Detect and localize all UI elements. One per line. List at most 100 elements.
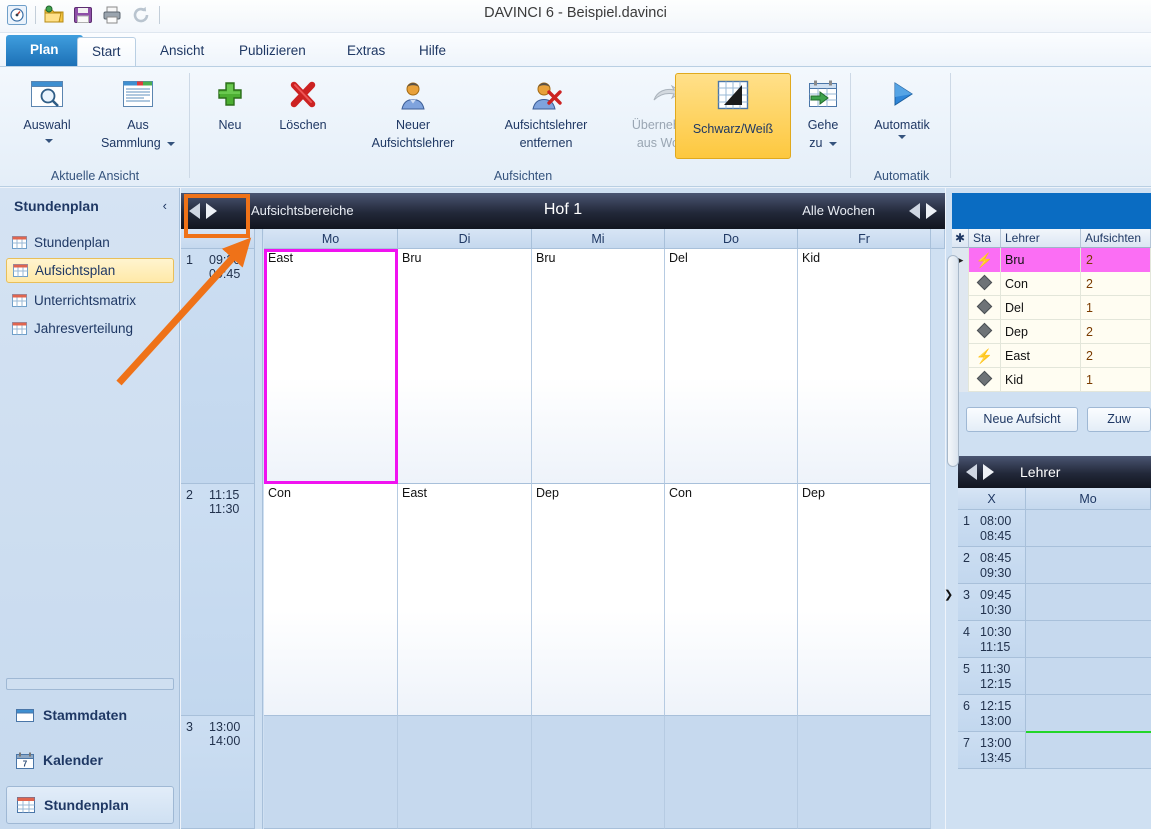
plan-cell-mi-1[interactable]: Bru: [532, 249, 665, 484]
zuweisen-button[interactable]: Zuw: [1087, 407, 1151, 432]
sidebar-main-stundenplan[interactable]: Stundenplan: [6, 786, 174, 824]
collapse-chevron-icon[interactable]: ‹: [163, 198, 167, 213]
lehrer-row-cell-5[interactable]: [1026, 695, 1151, 732]
plan-cell-mi-3[interactable]: [532, 716, 665, 829]
lehrer-row-end-3: 11:15: [980, 640, 1011, 654]
tab-publizieren[interactable]: Publizieren: [225, 37, 320, 67]
lehrer-row-cell-0[interactable]: [1026, 510, 1151, 547]
collection-window-icon: [93, 78, 183, 115]
plan-cell-di-1[interactable]: Bru: [398, 249, 532, 484]
lehrer-row-cell-2[interactable]: [1026, 584, 1151, 621]
lehrer-row-end-4: 12:15: [980, 677, 1012, 691]
chevron-down-icon-2[interactable]: [167, 141, 176, 146]
lehrer-row-num-1: 2: [963, 551, 970, 565]
next-lehrer-icon[interactable]: [983, 464, 994, 480]
aufsichtslehrer-entfernen-button[interactable]: Aufsichtslehrer entfernen: [481, 73, 611, 152]
plan-cell-do-3[interactable]: [665, 716, 798, 829]
teachers-col-aufsichten[interactable]: Aufsichten: [1081, 229, 1151, 248]
plan-cell-mo-3[interactable]: [264, 716, 398, 829]
prev-week-icon[interactable]: [909, 203, 920, 219]
grid-icon-2: [13, 264, 28, 277]
day-column-filler: [931, 229, 945, 249]
calendar-icon: 7: [16, 752, 34, 769]
sidebar-item-aufsichtsplan[interactable]: Aufsichtsplan: [6, 258, 174, 283]
plan-cell-do-2[interactable]: Con: [665, 484, 798, 716]
teachers-table: ✱ Sta Lehrer Aufsichten ▶ ⚡ Bru 2 Con 2 …: [952, 229, 1151, 392]
calendar-goto-icon: [796, 78, 850, 115]
plan-cell-mo-2[interactable]: Con: [264, 484, 398, 716]
chevron-down-icon[interactable]: [44, 138, 53, 143]
lehrer-col-mo[interactable]: Mo: [1026, 488, 1151, 510]
day-column-mi[interactable]: Mi: [532, 229, 665, 249]
chevron-down-icon-4[interactable]: [898, 135, 906, 139]
bolt-icon: ⚡: [975, 348, 994, 364]
schwarz-weiss-button[interactable]: Schwarz/Weiß: [675, 73, 791, 159]
plan-cell-do-1[interactable]: Del: [665, 249, 798, 484]
status-cell-1: [969, 272, 1001, 296]
teachers-col-lehrer[interactable]: Lehrer: [1001, 229, 1081, 248]
automatik-button[interactable]: Automatik: [856, 73, 948, 140]
teacher-count-2: 1: [1081, 296, 1151, 320]
tab-start[interactable]: Start: [77, 37, 136, 67]
sidebar-item-stundenplan[interactable]: Stundenplan: [6, 230, 174, 255]
table-row[interactable]: Kid 1: [952, 368, 1151, 392]
table-row[interactable]: Con 2: [952, 272, 1151, 296]
list-item[interactable]: 6 12:15 13:00: [958, 695, 1151, 732]
list-item[interactable]: 1 08:00 08:45: [958, 510, 1151, 547]
lehrer-row-cell-4[interactable]: [1026, 658, 1151, 695]
lehrer-row-cell-1[interactable]: [1026, 547, 1151, 584]
plan-cell-di-2[interactable]: East: [398, 484, 532, 716]
list-item[interactable]: 2 08:45 09:30: [958, 547, 1151, 584]
lehrer-row-cell-6[interactable]: [1026, 731, 1151, 769]
lehrer-row-end-0: 08:45: [980, 529, 1012, 543]
table-row[interactable]: ▶ ⚡ Bru 2: [952, 248, 1151, 272]
plan-cell-fr-1[interactable]: Kid: [798, 249, 931, 484]
tab-hilfe[interactable]: Hilfe: [405, 37, 460, 67]
list-item[interactable]: 3 09:45 10:30: [958, 584, 1151, 621]
plan-cell-mi-2[interactable]: Dep: [532, 484, 665, 716]
sidebar-item-jahresverteilung[interactable]: Jahresverteilung: [6, 316, 174, 341]
sidebar-main-kalender[interactable]: 7 Kalender: [6, 741, 174, 779]
sidebar-main-stammdaten[interactable]: Stammdaten: [6, 696, 174, 734]
tab-ansicht[interactable]: Ansicht: [146, 37, 218, 67]
lehrer-row-num-6: 7: [963, 736, 970, 750]
neuer-aufsichtslehrer-button[interactable]: Neuer Aufsichtslehrer: [349, 73, 477, 152]
auswahl-button[interactable]: Auswahl: [8, 73, 86, 148]
table-row[interactable]: ⚡ East 2: [952, 344, 1151, 368]
prev-lehrer-icon[interactable]: [966, 464, 977, 480]
teachers-col-status[interactable]: Sta: [969, 229, 1001, 248]
row-header-3: 3 13:00 14:00: [181, 716, 255, 829]
day-column-mo[interactable]: Mo: [264, 229, 398, 249]
lehrer-row-start-3: 10:30: [980, 625, 1012, 639]
plan-cell-mo-1[interactable]: East: [264, 249, 398, 484]
lehrer-prev-next-arrows[interactable]: [966, 456, 994, 488]
plan-cell-di-3[interactable]: [398, 716, 532, 829]
lehrer-col-x[interactable]: X: [958, 488, 1026, 510]
neu-button[interactable]: Neu: [199, 73, 261, 134]
gehe-zu-button[interactable]: Gehe zu: [795, 73, 851, 152]
day-column-di[interactable]: Di: [398, 229, 532, 249]
next-week-icon[interactable]: [926, 203, 937, 219]
row-number-1: 1: [186, 253, 193, 267]
table-row[interactable]: Dep 2: [952, 320, 1151, 344]
table-row[interactable]: Del 1: [952, 296, 1151, 320]
list-item[interactable]: 5 11:30 12:15: [958, 658, 1151, 695]
loeschen-button[interactable]: Löschen: [263, 73, 343, 134]
aus-sammlung-button[interactable]: Aus Sammlung: [92, 73, 184, 152]
tab-extras[interactable]: Extras: [333, 37, 399, 67]
neue-aufsicht-button[interactable]: Neue Aufsicht: [966, 407, 1078, 432]
plan-header-week-arrows[interactable]: [909, 193, 937, 229]
plan-cell-fr-3[interactable]: [798, 716, 931, 829]
panel-expander-icon[interactable]: ❯: [944, 588, 953, 601]
delete-red-x-icon: [264, 78, 342, 115]
list-item[interactable]: 4 10:30 11:15: [958, 621, 1151, 658]
tab-plan[interactable]: Plan: [6, 35, 83, 67]
day-column-do[interactable]: Do: [665, 229, 798, 249]
lehrer-row-cell-3[interactable]: [1026, 621, 1151, 658]
chevron-down-icon-3[interactable]: [828, 141, 837, 146]
sidebar-item-unterrichtsmatrix[interactable]: Unterrichtsmatrix: [6, 288, 174, 313]
day-column-fr[interactable]: Fr: [798, 229, 931, 249]
lehrer-vertical-scrollbar[interactable]: [947, 255, 959, 467]
list-item[interactable]: 7 13:00 13:45: [958, 731, 1151, 769]
plan-cell-fr-2[interactable]: Dep: [798, 484, 931, 716]
